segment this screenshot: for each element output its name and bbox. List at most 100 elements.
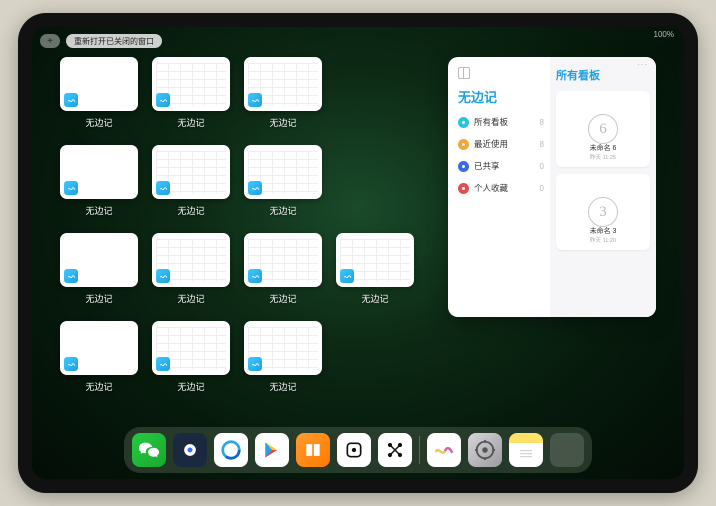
reopen-closed-pill[interactable]: 重新打开已关闭的窗口 — [66, 34, 162, 48]
status-battery: 100% — [654, 30, 674, 39]
thumb-label: 无边记 — [361, 292, 388, 305]
window-thumb[interactable]: 无边记 — [152, 233, 230, 311]
board-meta: 未命名 3昨天 11:20 — [556, 226, 650, 244]
window-thumb[interactable]: 无边记 — [60, 145, 138, 223]
thumb-preview — [152, 145, 230, 199]
board-meta: 未命名 6昨天 11:25 — [556, 143, 650, 161]
window-thumb[interactable]: 无边记 — [60, 57, 138, 135]
top-controls: + 重新打开已关闭的窗口 — [40, 34, 162, 48]
window-thumb[interactable]: 无边记 — [244, 57, 322, 135]
thumb-preview — [152, 233, 230, 287]
dock-settings[interactable] — [468, 433, 502, 467]
thumb-preview — [244, 321, 322, 375]
window-thumb[interactable]: 无边记 — [244, 321, 322, 399]
dock — [124, 427, 592, 473]
dock-play-store[interactable] — [255, 433, 289, 467]
thumb-label: 无边记 — [177, 380, 204, 393]
thumb-label: 无边记 — [269, 292, 296, 305]
sidebar-item-count: 0 — [540, 162, 544, 171]
panel-title: 无边记 — [458, 87, 544, 106]
board-card[interactable]: 3未命名 3昨天 11:20 — [556, 174, 650, 250]
board-time: 昨天 11:20 — [556, 236, 650, 244]
dock-books[interactable] — [296, 433, 330, 467]
panel-right-title: 所有看板 — [556, 67, 650, 83]
thumb-label: 无边记 — [269, 116, 296, 129]
thumb-label: 无边记 — [177, 292, 204, 305]
freeform-app-icon — [156, 357, 170, 371]
freeform-app-icon — [248, 269, 262, 283]
thumb-preview — [152, 321, 230, 375]
dock-dot-app[interactable] — [337, 433, 371, 467]
board-time: 昨天 11:25 — [556, 153, 650, 161]
freeform-panel[interactable]: ··· 无边记 所有看板8最近使用8已共享0个人收藏0 所有看板 6未命名 6昨… — [448, 57, 656, 317]
thumb-preview — [60, 145, 138, 199]
freeform-app-icon — [156, 181, 170, 195]
status-bar: 100% — [654, 30, 674, 39]
panel-sidebar: 无边记 所有看板8 最近使用8 已共享 0 个人收藏0 — [448, 57, 550, 317]
thumb-label: 无边记 — [85, 116, 112, 129]
sidebar-item-count: 8 — [540, 140, 544, 149]
thumb-label: 无边记 — [85, 204, 112, 217]
dock-browser-hd[interactable] — [173, 433, 207, 467]
freeform-app-icon — [248, 181, 262, 195]
sidebar-item-label: 个人收藏 — [474, 182, 508, 194]
board-glyph: 3 — [588, 197, 618, 227]
freeform-app-icon — [248, 357, 262, 371]
thumb-preview — [244, 57, 322, 111]
add-window-button[interactable]: + — [40, 34, 60, 48]
freeform-app-icon — [64, 269, 78, 283]
board-name: 未命名 3 — [556, 226, 650, 236]
thumb-preview — [336, 233, 414, 287]
thumb-preview — [244, 145, 322, 199]
ellipsis-icon[interactable]: ··· — [637, 60, 648, 69]
board-glyph: 6 — [588, 114, 618, 144]
sidebar-item-icon — [458, 139, 469, 150]
sidebar-item[interactable]: 个人收藏0 — [458, 182, 544, 194]
window-thumb[interactable]: 无边记 — [152, 145, 230, 223]
sidebar-item-icon — [458, 161, 469, 172]
window-thumb[interactable]: 无边记 — [60, 233, 138, 311]
freeform-app-icon — [156, 93, 170, 107]
dock-notes[interactable] — [509, 433, 543, 467]
panel-content: 所有看板 6未命名 6昨天 11:253未命名 3昨天 11:20 — [550, 57, 656, 317]
screen: 100% + 重新打开已关闭的窗口 无边记无边记无边记无边记无边记无边记无边记无… — [32, 27, 684, 479]
sidebar-item-count: 8 — [540, 118, 544, 127]
thumb-preview — [60, 57, 138, 111]
sidebar-list: 所有看板8 最近使用8 已共享 0 个人收藏0 — [458, 116, 544, 194]
thumb-preview — [60, 233, 138, 287]
board-name: 未命名 6 — [556, 143, 650, 153]
freeform-app-icon — [64, 93, 78, 107]
dock-qqbrowser[interactable] — [214, 433, 248, 467]
window-thumb[interactable]: 无边记 — [152, 321, 230, 399]
sidebar-item[interactable]: 所有看板8 — [458, 116, 544, 128]
freeform-app-icon — [64, 357, 78, 371]
dock-wechat[interactable] — [132, 433, 166, 467]
dock-recent-apps[interactable] — [550, 433, 584, 467]
window-thumb[interactable]: 无边记 — [336, 233, 414, 311]
window-thumb[interactable]: 无边记 — [244, 145, 322, 223]
boards-list: 6未命名 6昨天 11:253未命名 3昨天 11:20 — [556, 91, 650, 250]
thumb-preview — [244, 233, 322, 287]
sidebar-item[interactable]: 已共享 0 — [458, 160, 544, 172]
thumb-label: 无边记 — [177, 204, 204, 217]
sidebar-toggle-icon[interactable] — [458, 67, 470, 79]
board-card[interactable]: 6未命名 6昨天 11:25 — [556, 91, 650, 167]
window-thumb[interactable]: 无边记 — [60, 321, 138, 399]
thumb-label: 无边记 — [177, 116, 204, 129]
sidebar-item[interactable]: 最近使用8 — [458, 138, 544, 150]
ipad-frame: 100% + 重新打开已关闭的窗口 无边记无边记无边记无边记无边记无边记无边记无… — [18, 13, 698, 493]
sidebar-item-icon — [458, 117, 469, 128]
window-thumb[interactable]: 无边记 — [244, 233, 322, 311]
freeform-app-icon — [64, 181, 78, 195]
thumb-label: 无边记 — [85, 380, 112, 393]
thumb-label: 无边记 — [269, 380, 296, 393]
dock-freeform[interactable] — [427, 433, 461, 467]
window-thumb[interactable]: 无边记 — [152, 57, 230, 135]
sidebar-item-icon — [458, 183, 469, 194]
freeform-app-icon — [156, 269, 170, 283]
freeform-app-icon — [340, 269, 354, 283]
sidebar-item-label: 已共享 — [474, 160, 500, 172]
dock-separator — [419, 436, 420, 464]
dock-nodes-app[interactable] — [378, 433, 412, 467]
freeform-app-icon — [248, 93, 262, 107]
